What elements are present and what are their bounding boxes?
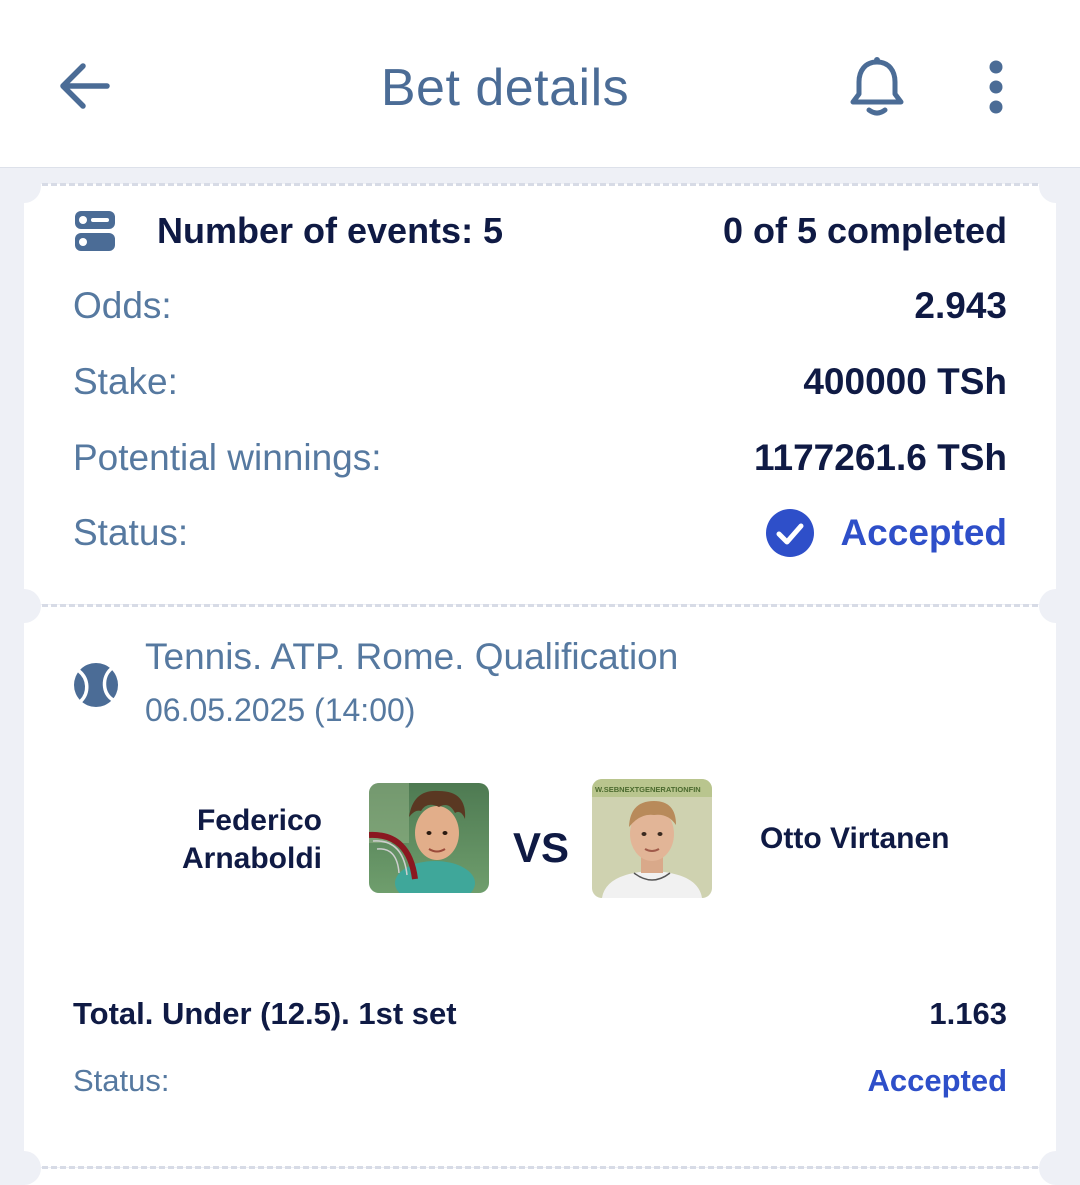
bet-status-row: Status: Accepted bbox=[73, 506, 1007, 560]
stake-value: 400000 TSh bbox=[803, 361, 1007, 402]
events-list-icon bbox=[75, 211, 115, 251]
ticket-notch bbox=[1039, 169, 1073, 203]
potential-winnings-row: Potential winnings: 1177261.6 TSh bbox=[73, 434, 1007, 482]
odds-value: 2.943 bbox=[914, 285, 1007, 326]
ticket-notch bbox=[7, 1151, 41, 1185]
next-event-card bbox=[24, 1168, 1056, 1185]
event-status-value: Accepted bbox=[867, 1063, 1007, 1098]
tennis-ball-icon bbox=[74, 663, 118, 707]
completed-count: 0 of 5 completed bbox=[722, 210, 1007, 251]
bell-icon bbox=[850, 57, 904, 116]
notifications-button[interactable] bbox=[842, 52, 912, 122]
player-2-photo: W.SEBNEXTGENERATIONFIN bbox=[592, 779, 712, 898]
event-date: 06.05.2025 (14:00) bbox=[145, 692, 416, 728]
ticket-notch bbox=[7, 589, 41, 623]
page-title: Bet details bbox=[380, 59, 630, 117]
player-2-name: Otto Virtanen bbox=[760, 822, 950, 855]
player-1-photo bbox=[369, 783, 489, 893]
market-row: Total. Under (12.5). 1st set 1.163 bbox=[73, 992, 1007, 1036]
bet-status-value: Accepted bbox=[840, 512, 1007, 553]
event-status-row: Status: Accepted bbox=[73, 1060, 1007, 1102]
more-options-button[interactable] bbox=[966, 52, 1026, 122]
stake-row: Stake: 400000 TSh bbox=[73, 358, 1007, 406]
more-vertical-icon bbox=[989, 60, 1003, 114]
ticket-notch bbox=[1039, 589, 1073, 623]
app-header: Bet details bbox=[0, 0, 1080, 168]
perforation-divider bbox=[24, 183, 1056, 186]
event-header[interactable]: Tennis. ATP. Rome. Qualification 06.05.2… bbox=[73, 634, 1007, 744]
back-button[interactable] bbox=[52, 56, 116, 116]
arrow-left-icon bbox=[60, 63, 110, 109]
market-name: Total. Under (12.5). 1st set bbox=[73, 996, 457, 1031]
photo-banner-text: W.SEBNEXTGENERATIONFIN bbox=[595, 785, 701, 794]
player-1-name: Federico Arnaboldi bbox=[182, 804, 322, 875]
event-status-label: Status: bbox=[73, 1063, 170, 1098]
versus-label: VS bbox=[512, 824, 570, 871]
bet-status-label: Status: bbox=[73, 512, 189, 553]
perforation-divider bbox=[24, 604, 1056, 607]
odds-label: Odds: bbox=[73, 285, 172, 326]
odds-row: Odds: 2.943 bbox=[73, 282, 1007, 330]
perforation-divider bbox=[24, 1166, 1056, 1169]
ticket-notch bbox=[1039, 1151, 1073, 1185]
league-name: Tennis. ATP. Rome. Qualification bbox=[145, 636, 679, 677]
events-count-label: Number of events: 5 bbox=[157, 210, 504, 251]
stake-label: Stake: bbox=[73, 361, 178, 402]
check-circle-icon bbox=[766, 509, 815, 557]
market-odds: 1.163 bbox=[929, 996, 1007, 1031]
potential-winnings-value: 1177261.6 TSh bbox=[753, 437, 1007, 478]
ticket-notch bbox=[7, 169, 41, 203]
events-count-row: Number of events: 5 0 of 5 completed bbox=[73, 206, 1007, 256]
potential-winnings-label: Potential winnings: bbox=[73, 437, 382, 478]
